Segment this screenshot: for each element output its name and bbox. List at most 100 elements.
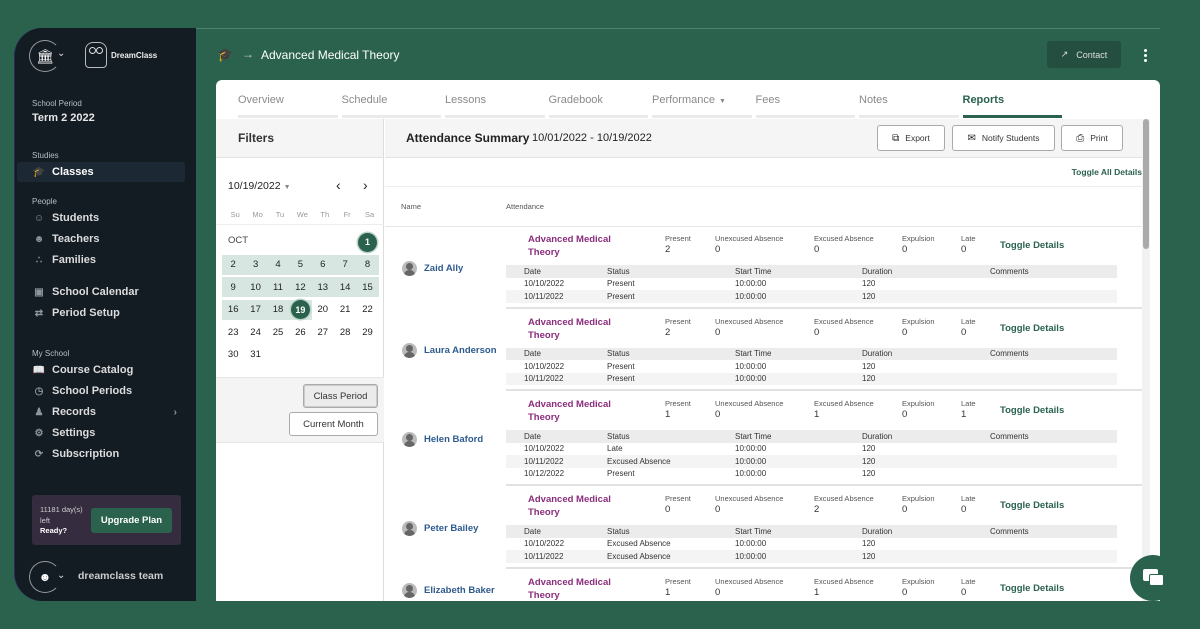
next-month-icon[interactable]: › — [363, 177, 368, 193]
calendar-day[interactable]: 22 — [356, 300, 378, 320]
calendar-day[interactable]: 26 — [289, 322, 311, 342]
stat-late: Late 0 — [961, 577, 976, 598]
calendar-day[interactable]: 3 — [244, 254, 267, 275]
calendar-day[interactable]: 15 — [356, 277, 379, 297]
calendar-day[interactable]: 18 — [266, 299, 290, 320]
stat-value: 2 — [665, 244, 671, 255]
scrollbar-thumb[interactable] — [1143, 119, 1149, 249]
student-name-link[interactable]: Helen Baford — [424, 434, 483, 445]
calendar-day[interactable]: 17 — [244, 299, 267, 320]
chevron-down-icon[interactable]: ⌄ — [57, 48, 65, 59]
sidebar-item-course-catalog[interactable]: 📖 Course Catalog — [17, 360, 185, 380]
calendar-day[interactable]: 11 — [266, 277, 290, 297]
sidebar-item-students[interactable]: ☺ Students — [17, 208, 185, 228]
record-date: 10/11/2022 — [506, 372, 589, 385]
calendar-day[interactable]: 9 — [222, 277, 245, 297]
print-button[interactable]: ⎙ Print — [1061, 125, 1123, 151]
student-name-link[interactable]: Elizabeth Baker — [424, 585, 495, 596]
attendance-detail-table: Date Status Start Time Duration Comments 10/1… — [506, 347, 1117, 385]
sidebar-item-classes[interactable]: 🎓 Classes — [17, 162, 185, 182]
tab-fees[interactable]: Fees — [755, 80, 860, 118]
calendar-day[interactable]: 13 — [311, 277, 334, 297]
toggle-all-details-link[interactable]: Toggle All Details — [1072, 167, 1142, 177]
calendar-day[interactable]: 2 — [222, 254, 245, 275]
sidebar-item-teachers[interactable]: ☻ Teachers — [17, 229, 185, 249]
graduation-cap-icon[interactable]: 🎓 — [217, 47, 233, 63]
tab-gradebook[interactable]: Gradebook — [548, 80, 653, 118]
toggle-details-link[interactable]: Toggle Details — [1000, 583, 1064, 594]
calendar-day[interactable]: 16 — [222, 299, 245, 320]
calendar-day[interactable]: 31 — [244, 345, 266, 365]
stat-value: 1 — [665, 586, 671, 598]
record-comments — [972, 468, 1117, 481]
upgrade-plan-button[interactable]: Upgrade Plan — [91, 508, 172, 533]
calendar-day[interactable]: 5 — [289, 254, 312, 275]
report-scrollbar[interactable] — [1142, 119, 1150, 601]
calendar-day[interactable]: 30 — [222, 345, 244, 365]
course-name-link[interactable]: Advanced Medical Theory — [528, 398, 628, 424]
record-comments — [972, 372, 1117, 385]
tab-notes[interactable]: Notes — [859, 80, 963, 118]
record-duration: 120 — [862, 444, 876, 454]
calendar-day[interactable]: 7 — [333, 254, 357, 275]
student-name-link[interactable]: Zaid Ally — [424, 263, 463, 274]
course-name-link[interactable]: Advanced Medical Theory — [528, 316, 628, 342]
toggle-details-link[interactable]: Toggle Details — [1000, 323, 1064, 334]
course-name-link[interactable]: Advanced Medical Theory — [528, 576, 628, 602]
sidebar-item-school-periods[interactable]: ◷ School Periods — [17, 381, 185, 401]
sidebar-item-families[interactable]: ∴ Families — [17, 250, 185, 270]
chat-support-button[interactable] — [1130, 555, 1176, 601]
date-picker-dropdown[interactable]: 10/19/2022 ▼ — [228, 180, 291, 192]
tab-reports[interactable]: Reports — [962, 80, 1067, 118]
toggle-details-link[interactable]: Toggle Details — [1000, 240, 1064, 251]
chevron-down-icon[interactable]: ⌄ — [57, 570, 65, 581]
calendar-day[interactable]: 6 — [311, 254, 334, 275]
more-options-icon[interactable] — [1138, 44, 1152, 66]
sidebar-item-school-calendar[interactable]: ▣ School Calendar — [17, 282, 185, 302]
calendar-day[interactable]: 24 — [244, 322, 266, 342]
tab-overview[interactable]: Overview — [238, 80, 342, 118]
calendar-day[interactable]: 28 — [334, 322, 356, 342]
calendar-day[interactable]: 21 — [334, 300, 356, 320]
export-button[interactable]: ⧉ Export — [877, 125, 945, 151]
calendar-day[interactable]: 10 — [244, 277, 267, 297]
calendar-day[interactable]: 23 — [222, 322, 244, 342]
student-name-link[interactable]: Peter Bailey — [424, 523, 478, 534]
tab-lessons[interactable]: Lessons — [445, 80, 549, 118]
notify-students-button[interactable]: ✉ Notify Students — [952, 125, 1055, 151]
student-name-link[interactable]: Laura Anderson — [424, 345, 497, 356]
sidebar-item-settings[interactable]: ⚙ Settings — [17, 423, 185, 443]
attendance-record-row: 10/10/2022 Present 10:00:00 120 — [506, 360, 1117, 373]
calendar-day[interactable]: 20 — [312, 300, 334, 320]
calendar-day-selected[interactable]: 1 — [356, 232, 378, 252]
calendar-day[interactable]: 27 — [312, 322, 334, 342]
course-name-link[interactable]: Advanced Medical Theory — [528, 233, 628, 259]
sidebar-item-subscription[interactable]: ⟳ Subscription — [17, 444, 185, 464]
stat-label: Unexcused Absence — [715, 494, 784, 503]
calendar-day[interactable]: 8 — [356, 254, 379, 275]
toggle-details-link[interactable]: Toggle Details — [1000, 405, 1064, 416]
calendar-day-selected[interactable]: 19 — [289, 299, 312, 320]
toggle-details-link[interactable]: Toggle Details — [1000, 500, 1064, 511]
tab-schedule[interactable]: Schedule — [341, 80, 446, 118]
detail-header-row: Date Status Start Time Duration Comments — [506, 525, 1117, 538]
previous-month-icon[interactable]: ‹ — [336, 177, 341, 193]
calendar-day[interactable]: 14 — [333, 277, 357, 297]
tab-label: Schedule — [341, 94, 388, 106]
day-number: 8 — [364, 259, 371, 270]
sidebar-item-records[interactable]: ♟ Records › — [17, 402, 185, 422]
class-period-button[interactable]: Class Period — [303, 384, 378, 408]
school-period-value[interactable]: Term 2 2022 — [32, 112, 95, 124]
student-row: Helen Baford Advanced Medical Theory Prese… — [385, 392, 1150, 486]
current-month-button[interactable]: Current Month — [289, 412, 378, 436]
calendar-day[interactable]: 12 — [289, 277, 312, 297]
sidebar-item-period-setup[interactable]: ⇄ Period Setup — [17, 303, 185, 323]
calendar-day[interactable]: 29 — [356, 322, 378, 342]
course-name-link[interactable]: Advanced Medical Theory — [528, 493, 628, 519]
day-number: 17 — [250, 304, 261, 315]
contact-button[interactable]: ↗ Contact — [1047, 41, 1121, 68]
section-studies-label: Studies — [32, 151, 59, 160]
calendar-day[interactable]: 4 — [266, 254, 290, 275]
tab-performance[interactable]: Performance ▼ — [652, 80, 756, 118]
calendar-day[interactable]: 25 — [267, 322, 289, 342]
